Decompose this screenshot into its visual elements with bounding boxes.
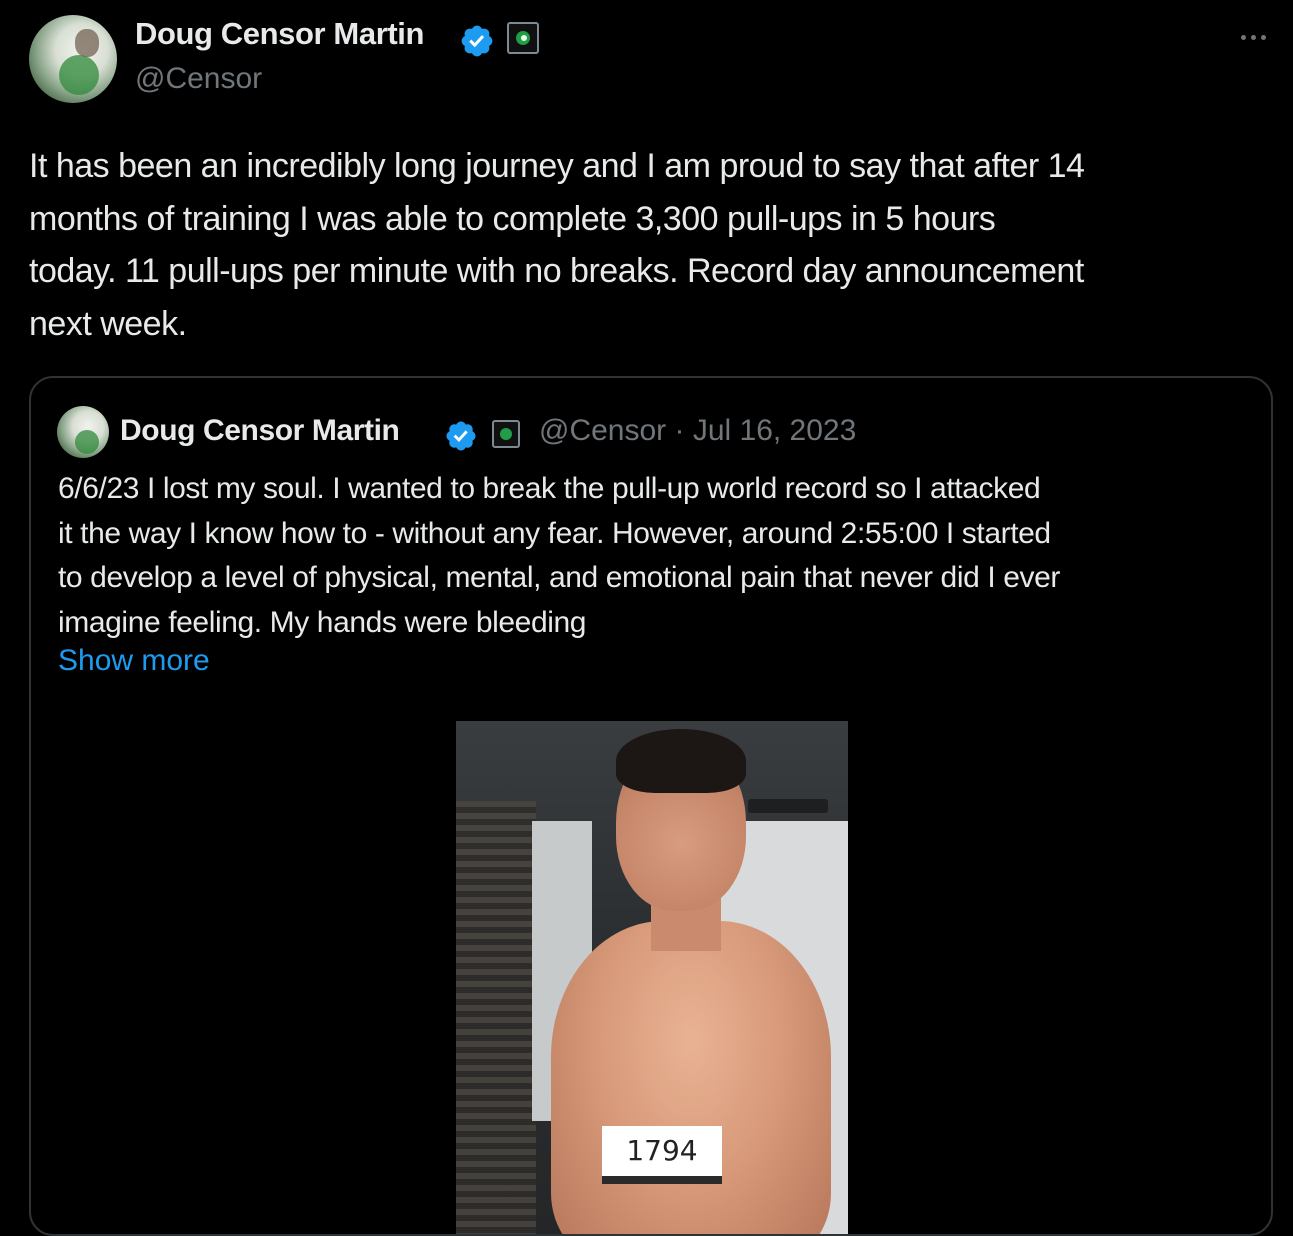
affiliate-badge-mark (500, 428, 512, 440)
avatar-graphic (59, 55, 99, 95)
author-display-name[interactable]: Doug Censor Martin (135, 16, 424, 52)
quoted-post-text: 6/6/23 I lost my soul. I wanted to break… (58, 472, 1060, 639)
show-more-link[interactable]: Show more (58, 644, 210, 678)
author-avatar[interactable] (29, 15, 117, 103)
media-counter-label: 1794 (602, 1126, 722, 1176)
media-bg-shelf (748, 799, 828, 813)
quoted-author-display-name[interactable]: Doug Censor Martin (120, 414, 400, 448)
quoted-verified-badge-icon[interactable] (444, 419, 478, 453)
author-handle[interactable]: @Censor (135, 62, 262, 96)
quoted-handle-date[interactable]: @Censor · Jul 16, 2023 (539, 414, 856, 448)
quoted-affiliate-badge-icon[interactable] (492, 420, 520, 448)
more-options-icon[interactable] (1235, 27, 1271, 47)
post-text: It has been an incredibly long journey a… (29, 147, 1085, 343)
more-dot (1260, 34, 1266, 40)
media-bg-blinds (456, 801, 536, 1234)
media-person-torso (551, 921, 831, 1234)
affiliate-badge-icon[interactable] (507, 22, 539, 54)
avatar-graphic (75, 430, 99, 454)
affiliate-badge-dot (521, 35, 527, 41)
more-dot (1250, 34, 1256, 40)
post: Doug Censor Martin @Censor It has been a… (0, 0, 1293, 1236)
more-dot (1240, 34, 1246, 40)
verified-badge-icon[interactable] (459, 23, 495, 59)
quoted-author-avatar[interactable] (57, 406, 109, 458)
avatar-graphic-head (75, 29, 99, 57)
media-person-hair (616, 729, 746, 793)
media-counter-strip (602, 1176, 722, 1184)
quoted-post[interactable]: Doug Censor Martin @Censor · Jul 16, 202… (29, 376, 1273, 1236)
quoted-video-thumbnail[interactable]: 1794 (456, 721, 848, 1234)
